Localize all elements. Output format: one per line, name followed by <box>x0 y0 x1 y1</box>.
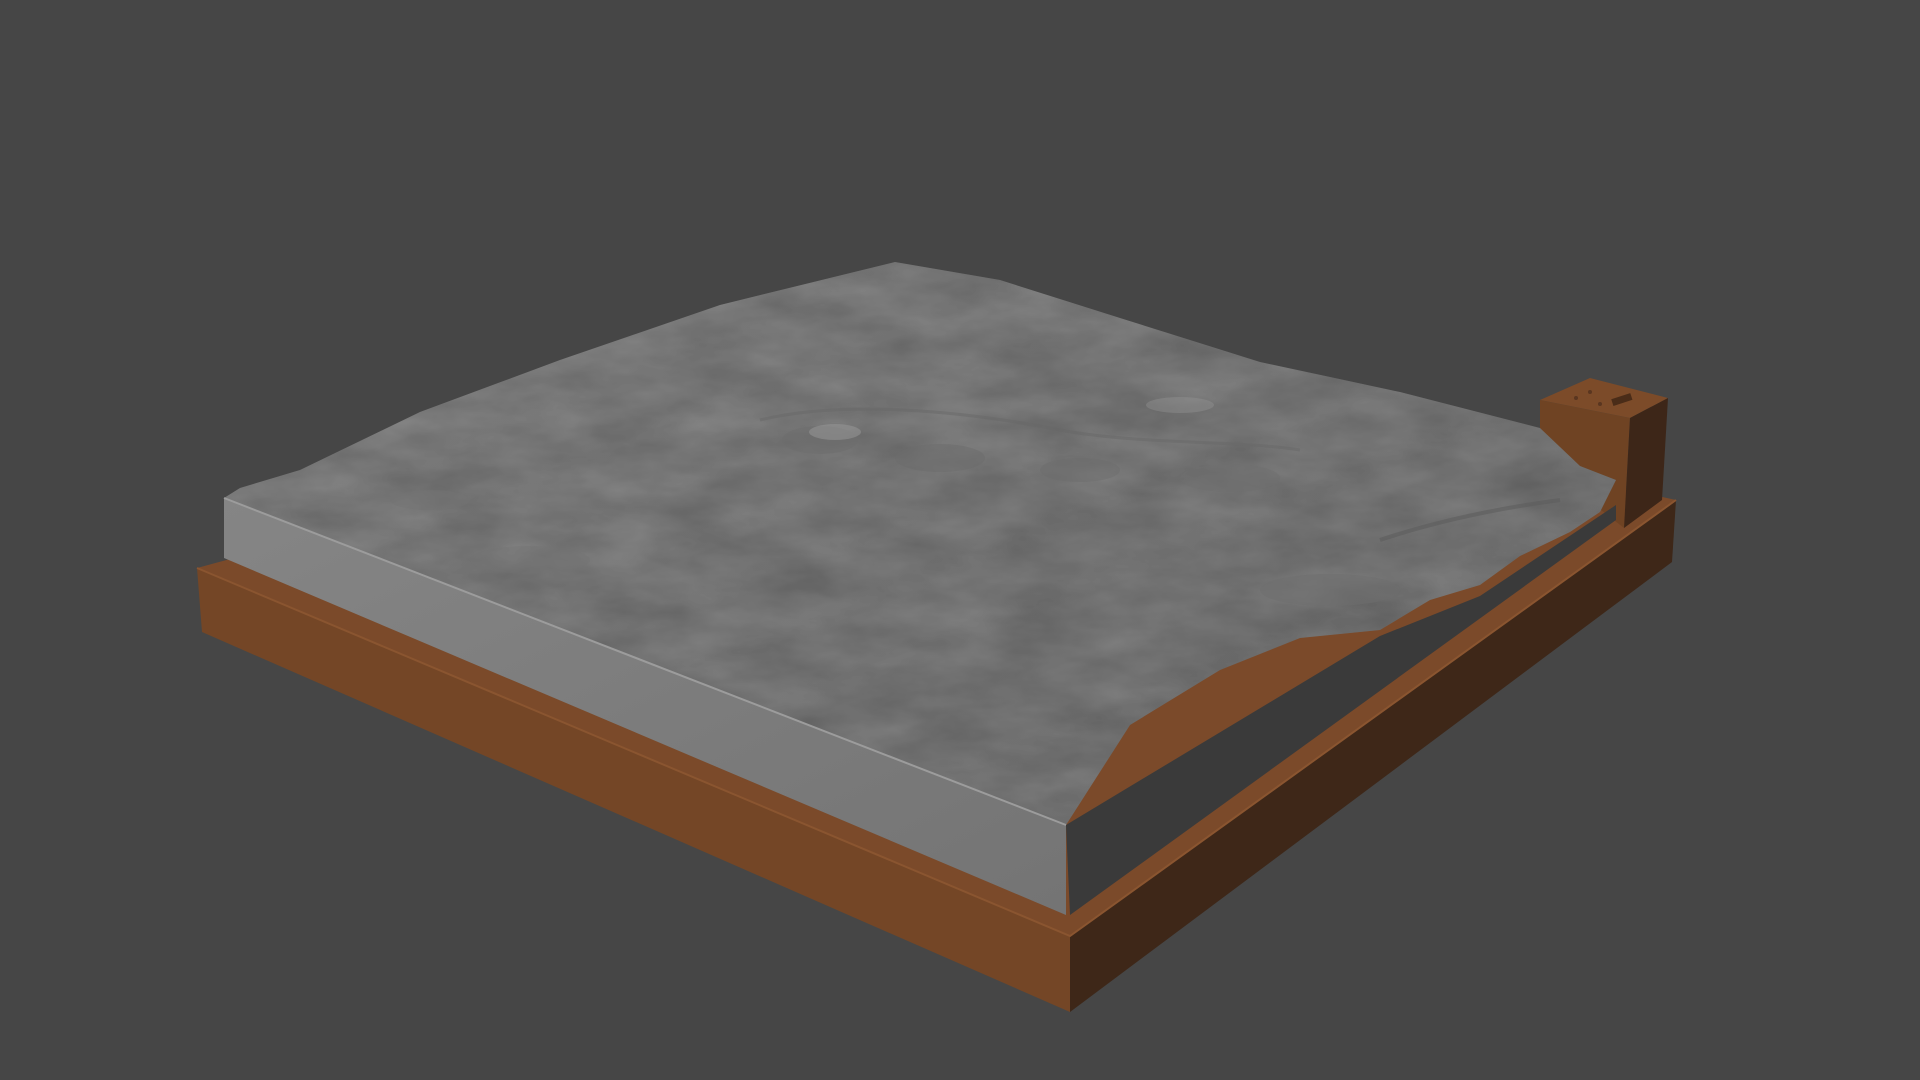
terrain-hill <box>470 546 590 574</box>
terrain-hill <box>1180 464 1280 492</box>
terrain-scene <box>196 262 1677 1012</box>
terrain-hill <box>809 424 861 440</box>
terrain-hill <box>1260 574 1400 606</box>
terrain-hill <box>895 444 985 472</box>
terrain-hill <box>390 490 470 510</box>
terrain-model <box>223 262 1616 915</box>
corner-block-mark <box>1598 402 1602 406</box>
3d-viewport[interactable] <box>0 0 1920 1080</box>
corner-block-mark <box>1588 390 1592 394</box>
terrain-hill <box>1040 458 1120 482</box>
terrain-hill <box>1146 397 1214 413</box>
corner-block-mark <box>1574 396 1578 400</box>
